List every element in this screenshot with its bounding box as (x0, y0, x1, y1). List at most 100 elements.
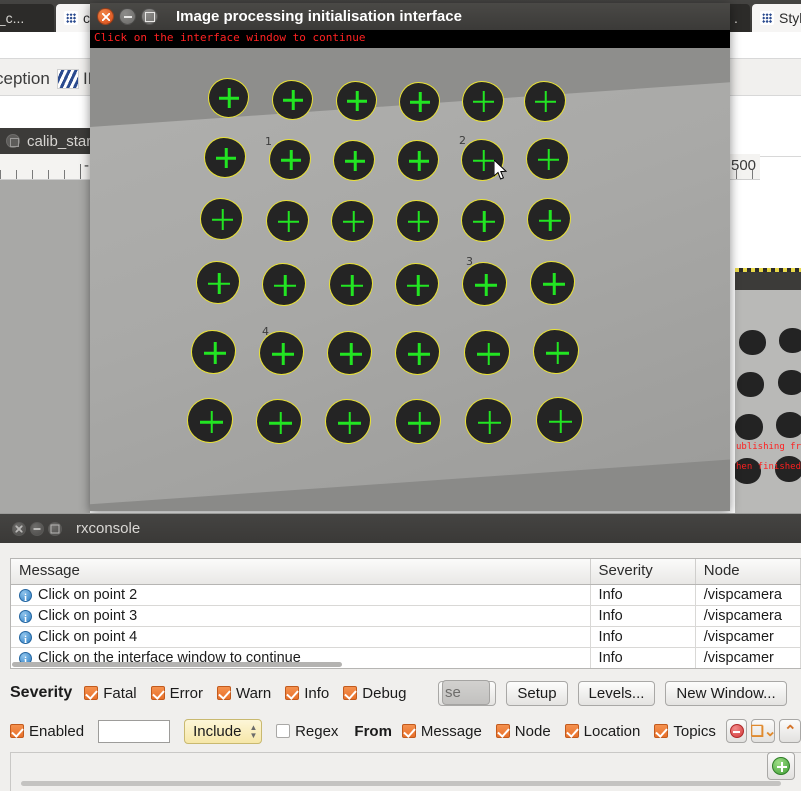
table-horizontal-scrollbar[interactable] (12, 662, 342, 667)
calibration-marker[interactable] (530, 261, 575, 305)
calibration-marker[interactable] (395, 263, 439, 306)
secondary-window-titlebar[interactable] (735, 272, 801, 290)
table-row[interactable]: Click on point 2 Info /vispcamera (11, 584, 801, 606)
marker-cross-icon (212, 209, 233, 230)
marker-cross-icon (347, 91, 367, 111)
calibration-marker[interactable] (187, 398, 233, 443)
severity-checkbox-error[interactable]: Error (150, 685, 203, 702)
new-window-button[interactable]: New Window... (665, 680, 787, 706)
minimize-icon[interactable] (30, 521, 44, 536)
calibration-marker[interactable] (462, 262, 507, 306)
checkbox-icon[interactable] (84, 686, 99, 700)
calibration-marker[interactable] (461, 139, 504, 181)
setup-button[interactable]: Setup (506, 680, 568, 706)
enabled-checkbox[interactable]: Enabled (10, 723, 84, 740)
calibration-marker[interactable] (465, 398, 512, 444)
table-row[interactable]: Click on point 4 Info /vispcamer (11, 626, 801, 648)
rxconsole-window[interactable]: rxconsole Message Severity Node Click on… (0, 513, 801, 791)
checkbox-icon[interactable] (10, 724, 24, 738)
screen-root: o_c... car . Style ception IN Help | ROS… (0, 0, 801, 791)
calibration-marker[interactable] (272, 80, 313, 120)
calibration-marker[interactable] (397, 140, 439, 181)
cell-message: Click on point 3 (11, 605, 591, 627)
checkbox-icon[interactable] (285, 686, 300, 700)
add-filter-button[interactable] (767, 752, 795, 780)
calibration-marker[interactable] (396, 200, 439, 242)
secondary-image-window[interactable]: ublishing frame hen finished se (735, 268, 801, 515)
source-checkbox-topics[interactable]: Topics (654, 723, 716, 740)
filter-mode-select[interactable]: Include ▲ ▼ (184, 718, 263, 744)
calibration-marker[interactable] (533, 329, 579, 374)
browser-tab-3[interactable]: Style (752, 4, 801, 32)
calibration-marker[interactable] (333, 140, 375, 181)
calibration-marker[interactable] (204, 137, 246, 178)
calibration-marker[interactable] (266, 200, 309, 242)
levels-button[interactable]: Levels... (577, 680, 656, 706)
calibration-marker[interactable] (461, 199, 505, 242)
column-header-node[interactable]: Node (696, 559, 801, 584)
calibration-marker[interactable] (399, 82, 440, 122)
image-window-titlebar[interactable]: Image processing initialisation interfac… (90, 3, 730, 30)
close-icon[interactable] (97, 8, 114, 25)
regex-checkbox[interactable]: Regex (276, 723, 338, 740)
calibration-marker[interactable] (331, 200, 374, 242)
severity-checkbox-info[interactable]: Info (285, 685, 329, 702)
checkbox-icon[interactable] (495, 724, 510, 738)
calibration-marker[interactable] (208, 78, 249, 118)
move-down-button[interactable]: ❏⌄ (750, 719, 776, 743)
checkbox-icon[interactable] (564, 724, 579, 738)
checkbox-icon[interactable] (654, 724, 669, 738)
severity-checkbox-fatal[interactable]: Fatal (84, 685, 137, 702)
source-checkbox-location[interactable]: Location (564, 723, 640, 740)
browser-tab-label: . (734, 10, 738, 26)
filter-text-input[interactable] (98, 719, 171, 743)
source-checkbox-message[interactable]: Message (401, 723, 482, 740)
calib-window-button-icon[interactable] (6, 134, 20, 148)
secondary-status-text-2: hen finished se (736, 462, 801, 472)
severity-checkbox-debug[interactable]: Debug (343, 685, 406, 702)
table-row[interactable]: Click on point 3 Info /vispcamera (11, 605, 801, 627)
calibration-marker[interactable] (336, 81, 377, 121)
rxconsole-titlebar[interactable]: rxconsole (0, 514, 801, 543)
calibration-marker[interactable] (527, 198, 571, 241)
source-checkbox-node[interactable]: Node (495, 723, 551, 740)
calibration-marker[interactable] (395, 331, 440, 375)
cell-severity: Info (591, 584, 696, 606)
calibration-marker[interactable] (462, 81, 504, 122)
calibration-marker[interactable] (196, 261, 240, 304)
calibration-marker[interactable] (536, 397, 583, 443)
maximize-icon[interactable] (141, 8, 158, 25)
checkbox-icon[interactable] (150, 686, 165, 700)
calibration-marker[interactable] (464, 330, 510, 375)
close-icon[interactable] (12, 521, 26, 536)
calibration-marker[interactable] (329, 263, 373, 306)
calibration-marker[interactable] (269, 139, 311, 180)
calibration-marker[interactable] (524, 81, 566, 122)
calibration-marker[interactable] (256, 399, 302, 444)
calibration-marker[interactable] (395, 399, 441, 444)
calibration-marker[interactable] (191, 330, 236, 374)
column-header-severity[interactable]: Severity (591, 559, 696, 584)
calibration-marker[interactable] (200, 198, 243, 240)
calibration-image-canvas[interactable]: 1 2 3 4 (90, 48, 730, 511)
checkbox-icon[interactable] (276, 724, 291, 738)
pause-button[interactable]: se (442, 680, 490, 705)
calibration-marker[interactable] (262, 263, 306, 306)
maximize-icon[interactable] (48, 521, 62, 536)
move-up-button[interactable]: ⌃ (779, 719, 801, 743)
image-processing-window[interactable]: Image processing initialisation interfac… (90, 3, 730, 511)
calibration-marker[interactable] (526, 138, 569, 180)
checkbox-icon[interactable] (401, 724, 416, 738)
calibration-marker[interactable] (325, 399, 371, 444)
checkbox-icon[interactable] (216, 686, 231, 700)
calibration-marker[interactable] (327, 331, 372, 375)
severity-checkbox-warn[interactable]: Warn (216, 685, 271, 702)
checkbox-icon[interactable] (343, 686, 358, 700)
browser-tab-0[interactable]: o_c... (0, 4, 54, 32)
minimize-icon[interactable] (119, 8, 136, 25)
marker-cross-icon (340, 343, 362, 365)
panel-horizontal-scrollbar[interactable] (21, 781, 781, 786)
delete-filter-button[interactable] (725, 719, 748, 743)
column-header-message[interactable]: Message (11, 559, 591, 584)
message-table[interactable]: Message Severity Node Click on point 2 I… (10, 558, 801, 669)
